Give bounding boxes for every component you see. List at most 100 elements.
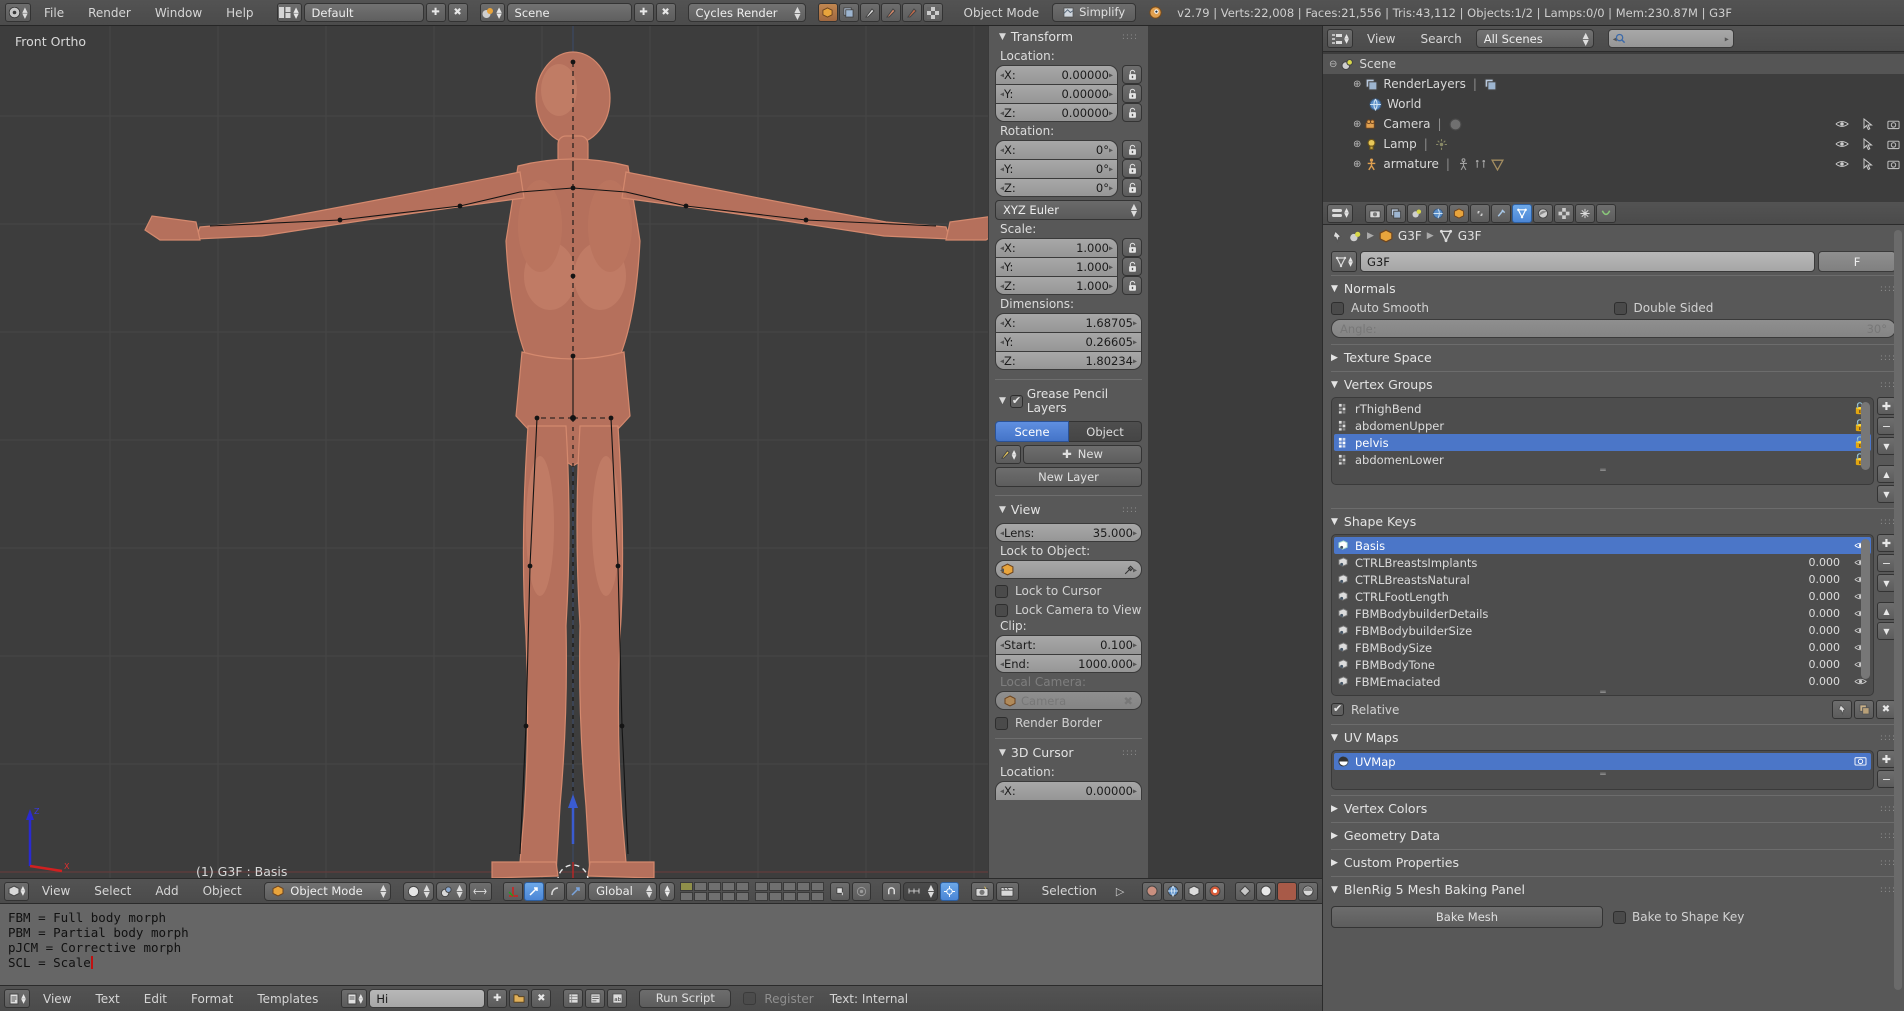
open-text-button[interactable] <box>509 989 529 1008</box>
editor-type-icon[interactable]: ▲▼ <box>4 882 29 901</box>
paint-icon[interactable] <box>881 3 901 22</box>
menu-window[interactable]: Window <box>144 3 213 23</box>
viewport-shading-dropdown[interactable]: ▲▼ <box>403 882 434 901</box>
shape-keys-panel-header[interactable]: ▼ Shape Keys :::: <box>1323 511 1904 532</box>
register-checkbox[interactable] <box>743 992 756 1005</box>
outliner-row-camera[interactable]: ⊕ Camera | <box>1323 114 1904 134</box>
auto-smooth-angle-field[interactable]: Angle:30° <box>1331 319 1896 338</box>
syntax-highlight-toggle[interactable]: ab <box>607 989 627 1008</box>
outliner-row-world[interactable]: World <box>1323 94 1904 114</box>
lock-scale-y-button[interactable] <box>1122 257 1142 276</box>
scene-dropdown[interactable]: Scene <box>507 3 632 22</box>
vertex-groups-panel-header[interactable]: ▼ Vertex Groups :::: <box>1323 374 1904 395</box>
te-menu-text[interactable]: Text <box>84 989 130 1009</box>
lens-field[interactable]: Lens:35.000 <box>995 523 1142 542</box>
breadcrumb-object[interactable]: G3F <box>1398 229 1422 243</box>
mesh-datablock-icon[interactable]: ▲▼ <box>1331 251 1357 272</box>
properties-editor[interactable]: ▲▼ ▶ G3F ▶ <box>1322 202 1904 1011</box>
delete-layout-button[interactable]: ✖ <box>448 3 468 22</box>
render-layers-tab-icon[interactable] <box>1386 204 1406 223</box>
render-preview-icon[interactable] <box>1142 882 1162 901</box>
shape-key-edit-mode-icon[interactable] <box>1854 700 1874 719</box>
outliner-menu-search[interactable]: Search <box>1409 29 1472 49</box>
shape-keys-list[interactable]: Basis CTRLBreastsImplants 0.000 CTRLBrea… <box>1331 534 1874 696</box>
word-wrap-toggle[interactable] <box>585 989 605 1008</box>
clear-icon[interactable]: ✖ <box>1123 694 1133 708</box>
render-engine-dropdown[interactable]: Cycles Render ▲▼ <box>688 3 806 22</box>
expand-plus-icon[interactable]: ⊕ <box>1353 119 1361 130</box>
shape-key-item[interactable]: FBMBodyTone 0.000 <box>1334 656 1871 673</box>
snap-element-icon[interactable] <box>940 882 959 901</box>
lock-scale-x-button[interactable] <box>1122 238 1142 257</box>
outliner-row-renderlayers[interactable]: ⊕ RenderLayers | <box>1323 74 1904 94</box>
outliner-tree[interactable]: ⊖ Scene ⊕ RenderLayers | World ⊕ Camera … <box>1323 52 1904 174</box>
uv-render-camera-icon[interactable] <box>1854 755 1867 769</box>
vertex-group-item[interactable]: abdomenUpper 🔓 <box>1334 417 1871 434</box>
line-numbers-toggle[interactable] <box>563 989 583 1008</box>
physics-tab-icon[interactable] <box>1596 204 1616 223</box>
scale-y-field[interactable]: Y:1.000 <box>995 257 1118 276</box>
translate-manipulator-icon[interactable] <box>524 882 544 901</box>
vp-menu-add[interactable]: Add <box>144 881 189 901</box>
breadcrumb-mesh[interactable]: G3F <box>1458 229 1482 243</box>
texture-preview-icon[interactable] <box>1205 882 1225 901</box>
interaction-mode-dropdown[interactable]: Object Mode ▲▼ <box>264 882 391 901</box>
dimensions-z-field[interactable]: Z:1.80234 <box>995 351 1142 370</box>
outliner-editor[interactable]: ▲▼ View Search All Scenes ▲▼ ⊖ Scene ⊕ <box>1322 26 1904 202</box>
collapse-minus-icon[interactable]: ⊖ <box>1329 59 1337 70</box>
brush-icon[interactable] <box>860 3 880 22</box>
texture-paint-icon[interactable] <box>902 3 922 22</box>
render-border-checkbox[interactable] <box>995 717 1008 730</box>
delete-scene-button[interactable]: ✖ <box>656 3 676 22</box>
checker-texture-icon[interactable] <box>923 3 943 22</box>
vp-menu-view[interactable]: View <box>31 881 81 901</box>
material-sphere-icon[interactable] <box>1256 882 1276 901</box>
pivot-point-dropdown[interactable]: ▲▼ <box>436 882 467 901</box>
rotate-manipulator-icon[interactable] <box>545 882 565 901</box>
editor-type-icon[interactable]: ▲▼ <box>4 989 30 1008</box>
texture-tab-icon[interactable] <box>1554 204 1574 223</box>
simplify-toggle[interactable]: Simplify <box>1052 3 1136 22</box>
shape-keys-scrollbar[interactable] <box>1861 539 1870 679</box>
outliner-row-lamp[interactable]: ⊕ Lamp | <box>1323 134 1904 154</box>
expand-plus-icon[interactable]: ⊕ <box>1353 79 1361 90</box>
unlink-text-button[interactable]: ✖ <box>531 989 551 1008</box>
menu-help[interactable]: Help <box>215 3 264 23</box>
particles-tab-icon[interactable] <box>1575 204 1595 223</box>
mesh-data-icon[interactable] <box>1235 882 1255 901</box>
transform-panel-header[interactable]: ▼ Transform :::: <box>995 26 1142 47</box>
editor-type-icon[interactable]: ▲▼ <box>1327 204 1353 223</box>
snap-target-dropdown[interactable]: ▲▼ <box>903 882 938 901</box>
expand-plus-icon[interactable]: ⊕ <box>1353 139 1361 150</box>
lock-camera-to-view-checkbox[interactable] <box>995 604 1008 617</box>
world-preview-icon[interactable] <box>1163 882 1183 901</box>
3d-cursor-panel-header[interactable]: ▼ 3D Cursor :::: <box>995 742 1142 763</box>
opengl-render-icon[interactable] <box>971 882 994 901</box>
new-gp-button[interactable]: ✚ New <box>1023 445 1142 464</box>
vp-menu-object[interactable]: Object <box>192 881 253 901</box>
geometry-data-panel-header[interactable]: ▶ Geometry Data :::: <box>1323 825 1904 846</box>
lock-layers-icon[interactable] <box>830 882 849 901</box>
object-tab-icon[interactable] <box>1449 204 1469 223</box>
vertex-group-item[interactable]: rThighBend 🔓 <box>1334 400 1871 417</box>
shape-key-item[interactable]: CTRLBreastsNatural 0.000 <box>1334 571 1871 588</box>
object-data-tab-icon[interactable] <box>1512 204 1532 223</box>
list-resize-grip[interactable]: ═ <box>1334 468 1871 475</box>
expand-triangle-icon[interactable]: ▷ <box>1116 885 1124 898</box>
constraints-tab-icon[interactable] <box>1470 204 1490 223</box>
text-datablock-name[interactable]: Hi <box>369 989 485 1008</box>
shape-key-item[interactable]: CTRLBreastsImplants 0.000 <box>1334 554 1871 571</box>
rotation-mode-dropdown[interactable]: XYZ Euler ▲▼ <box>995 200 1142 220</box>
scale-z-field[interactable]: Z:1.000 <box>995 276 1118 295</box>
menu-file[interactable]: File <box>33 3 75 23</box>
custom-properties-panel-header[interactable]: ▶ Custom Properties :::: <box>1323 852 1904 873</box>
gp-tab-scene[interactable]: Scene <box>995 421 1069 442</box>
text-editor-content[interactable]: FBM = Full body morph PBM = Partial body… <box>0 904 1322 970</box>
new-text-button[interactable]: ✚ <box>487 989 507 1008</box>
shape-key-item[interactable]: FBMBodybuilderSize 0.000 <box>1334 622 1871 639</box>
texture-space-panel-header[interactable]: ▶ Texture Space :::: <box>1323 347 1904 368</box>
bake-to-shape-key-checkbox[interactable] <box>1613 911 1626 924</box>
lock-location-z-button[interactable] <box>1122 103 1142 122</box>
new-layer-button[interactable]: New Layer <box>995 467 1142 487</box>
vertex-colors-panel-header[interactable]: ▶ Vertex Colors :::: <box>1323 798 1904 819</box>
